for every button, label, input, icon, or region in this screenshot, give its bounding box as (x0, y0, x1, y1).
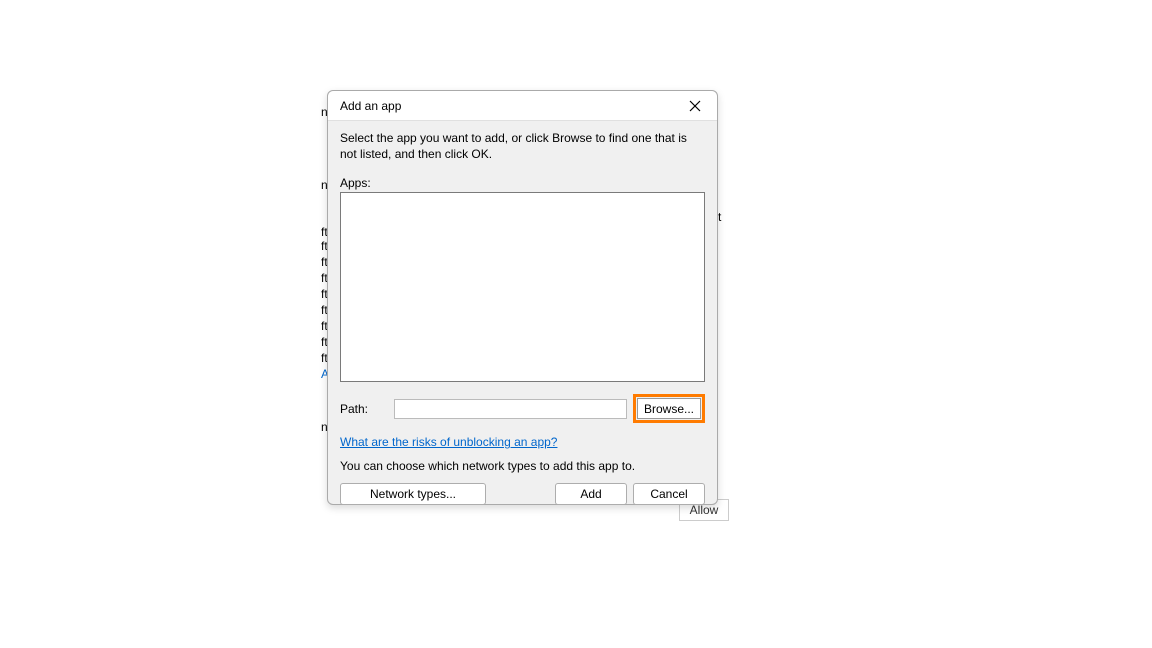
button-row: Network types... Add Cancel (340, 483, 705, 505)
browse-highlight: Browse... (633, 394, 705, 423)
add-button[interactable]: Add (555, 483, 627, 505)
network-types-text: You can choose which network types to ad… (340, 459, 705, 473)
apps-listbox[interactable] (340, 192, 705, 382)
path-label: Path: (340, 402, 388, 416)
path-input[interactable] (394, 399, 627, 419)
instruction-text: Select the app you want to add, or click… (340, 131, 705, 162)
title-bar: Add an app (328, 91, 717, 121)
path-row: Path: Browse... (340, 394, 705, 423)
dialog-title: Add an app (340, 99, 401, 113)
risk-link[interactable]: What are the risks of unblocking an app? (340, 435, 705, 449)
network-types-button[interactable]: Network types... (340, 483, 486, 505)
browse-button[interactable]: Browse... (637, 398, 701, 419)
background-text: t (718, 210, 721, 224)
apps-label: Apps: (340, 176, 705, 190)
dialog-body: Select the app you want to add, or click… (328, 121, 717, 515)
add-app-dialog: Add an app Select the app you want to ad… (327, 90, 718, 505)
cancel-button[interactable]: Cancel (633, 483, 705, 505)
close-icon (689, 100, 701, 112)
close-button[interactable] (672, 91, 717, 121)
